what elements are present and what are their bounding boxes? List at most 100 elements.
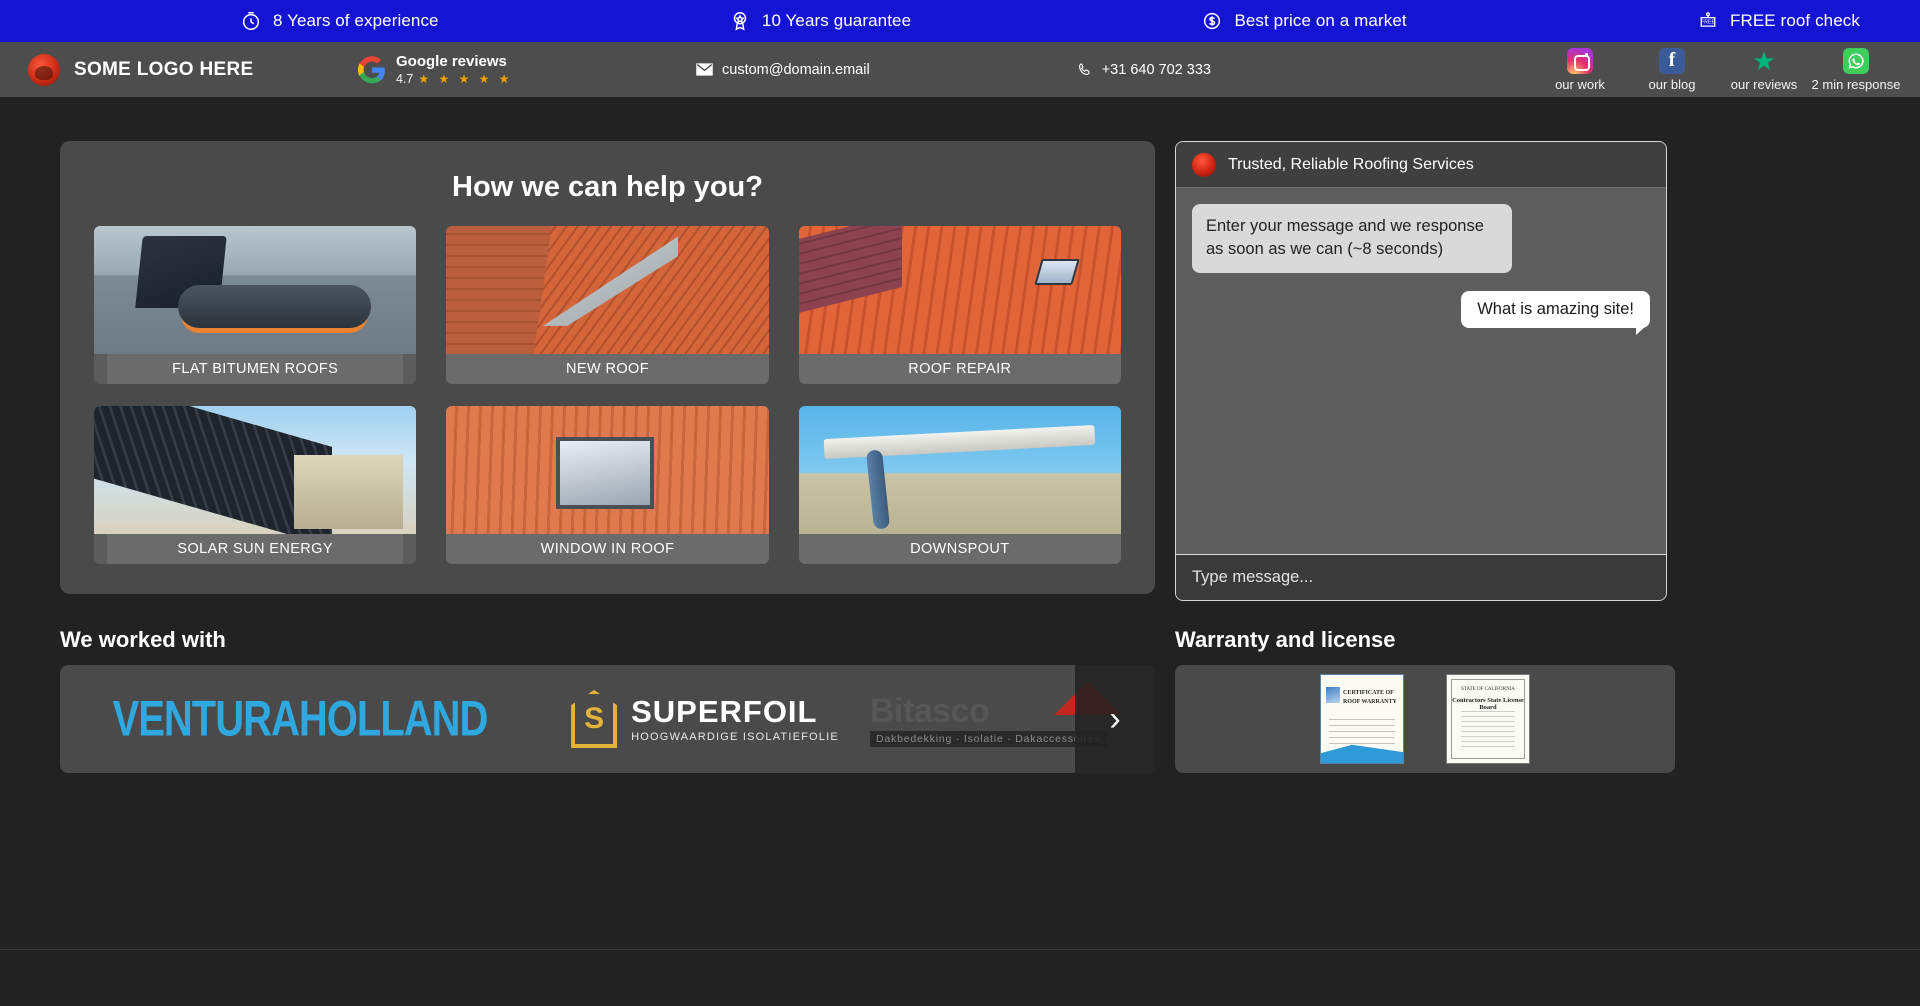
facebook-icon: f	[1659, 47, 1685, 74]
chat-title: Trusted, Reliable Roofing Services	[1228, 155, 1474, 173]
whatsapp-icon	[1843, 47, 1869, 74]
chat-header: Trusted, Reliable Roofing Services	[1176, 142, 1666, 188]
promo-item-experience: 8 Years of experience	[240, 10, 439, 32]
social-link-trustpilot[interactable]: ★ our reviews	[1718, 48, 1810, 92]
chat-message-user: What is amazing site!	[1461, 290, 1650, 335]
service-image-new-roof	[446, 226, 769, 354]
clock-icon	[242, 12, 260, 30]
trustpilot-star-icon: ★	[1752, 45, 1776, 76]
social-label-response: 2 min response	[1811, 76, 1901, 92]
social-link-facebook[interactable]: f our blog	[1626, 47, 1718, 92]
service-image-roof-repair	[798, 226, 1121, 354]
roof-warranty-certificate[interactable]: CERTIFICATE OF ROOF WARRANTY	[1320, 674, 1404, 764]
content-row: How we can help you? FLAT BITUMEN ROOFS …	[0, 97, 1920, 601]
service-tile-solar-sun-energy[interactable]: SOLAR SUN ENERGY	[94, 406, 417, 564]
contact-phone[interactable]: +31 640 702 333	[1076, 62, 1211, 78]
footer-divider	[0, 949, 1920, 950]
promo-bar: 8 Years of experience 10 Years guarantee…	[0, 0, 1920, 42]
partner-logo-bitasco-text: Bitasco	[870, 691, 990, 730]
partner-logo-superfoil-text: SUPERFOIL	[631, 693, 818, 729]
google-rating-row: 4.7 ★ ★ ★ ★ ★	[396, 72, 513, 86]
roof-warranty-certificate-title: CERTIFICATE OF ROOF WARRANTY	[1343, 690, 1397, 705]
services-grid: FLAT BITUMEN ROOFS NEW ROOF ROOF REPAIR …	[94, 226, 1121, 564]
service-image-downspout	[798, 406, 1121, 534]
contact-email[interactable]: custom@domain.email	[696, 62, 870, 78]
brand[interactable]: SOME LOGO HERE	[28, 53, 358, 86]
service-label-solar-sun-energy: SOLAR SUN ENERGY	[106, 534, 404, 564]
partner-logo-superfoil-tagline: HOOGWAARDIGE ISOLATIEFOLIE	[631, 730, 839, 743]
contact-phone-text: +31 640 702 333	[1101, 61, 1211, 78]
company-logo-icon	[28, 53, 60, 86]
license-body-lines	[1461, 711, 1515, 751]
chat-column: Trusted, Reliable Roofing Services Enter…	[1175, 141, 1675, 601]
instagram-icon	[1567, 47, 1593, 74]
partners-section: We worked with VENTURAHOLLAND S SUPERFOI…	[60, 627, 1155, 773]
service-image-window-in-roof	[446, 406, 769, 534]
partner-logo-venturaholland-text: VENTURAHOLLAND	[112, 690, 489, 746]
partners-heading: We worked with	[60, 627, 226, 652]
social-links: our work f our blog ★ our reviews 2 min …	[1534, 47, 1902, 92]
carousel-next-button[interactable]: ›	[1075, 665, 1155, 773]
chat-input[interactable]	[1192, 568, 1650, 587]
brand-name: SOME LOGO HERE	[74, 58, 254, 80]
partner-logo-superfoil[interactable]: S SUPERFOIL HOOGWAARDIGE ISOLATIEFOLIE	[540, 665, 870, 773]
page-body: How we can help you? FLAT BITUMEN ROOFS …	[0, 97, 1920, 1003]
service-tile-roof-repair[interactable]: ROOF REPAIR	[798, 226, 1121, 384]
social-link-whatsapp[interactable]: 2 min response	[1810, 47, 1902, 92]
google-reviews-block[interactable]: Google reviews 4.7 ★ ★ ★ ★ ★	[358, 53, 658, 86]
contractors-state-license-board[interactable]: STATE OF CALIFORNIA Contractors State Li…	[1446, 674, 1530, 764]
partners-carousel: VENTURAHOLLAND S SUPERFOIL HOOGWAARDIGE …	[60, 665, 1155, 773]
service-label-roof-repair: ROOF REPAIR	[798, 354, 1121, 384]
certificate-body-lines	[1329, 719, 1395, 749]
promo-item-best-price: Best price on a market	[1201, 10, 1407, 32]
free-tag-icon: FREE	[1700, 12, 1716, 27]
service-label-new-roof: NEW ROOF	[446, 354, 769, 384]
promo-item-guarantee: 10 Years guarantee	[729, 10, 911, 32]
promo-label-experience: 8 Years of experience	[273, 11, 439, 30]
service-tile-window-in-roof[interactable]: WINDOW IN ROOF	[446, 406, 769, 564]
phone-icon	[1078, 63, 1090, 75]
partner-logo-venturaholland[interactable]: VENTURAHOLLAND	[60, 665, 540, 773]
chat-message-bot: Enter your message and we response as so…	[1192, 204, 1512, 273]
service-tile-flat-bitumen-roofs[interactable]: FLAT BITUMEN ROOFS	[94, 226, 417, 384]
license-head-text: STATE OF CALIFORNIA	[1461, 687, 1515, 692]
service-label-downspout: DOWNSPOUT	[798, 534, 1121, 564]
promo-label-free-check: FREE roof check	[1730, 11, 1860, 30]
guarantee-badge-icon	[733, 12, 747, 31]
promo-label-best-price: Best price on a market	[1234, 11, 1407, 30]
promo-item-free-check: FREE FREE roof check	[1697, 10, 1860, 32]
certificate-seal-icon	[1326, 687, 1340, 703]
service-image-flat-bitumen-roofs	[94, 226, 417, 354]
mail-icon	[696, 63, 713, 76]
lower-row: We worked with VENTURAHOLLAND S SUPERFOI…	[0, 601, 1920, 773]
service-tile-downspout[interactable]: DOWNSPOUT	[798, 406, 1121, 564]
social-label-our-reviews: our reviews	[1730, 76, 1798, 92]
chat-widget: Trusted, Reliable Roofing Services Enter…	[1175, 141, 1667, 601]
services-card: How we can help you? FLAT BITUMEN ROOFS …	[60, 141, 1155, 594]
chevron-right-icon: ›	[1109, 700, 1121, 738]
chat-message-list: Enter your message and we response as so…	[1176, 188, 1666, 554]
service-image-solar-sun-energy	[94, 406, 417, 534]
dollar-coin-icon	[1204, 12, 1221, 30]
superfoil-mark-icon: S	[571, 690, 618, 748]
google-rating-stars: ★ ★ ★ ★ ★	[418, 72, 513, 87]
svg-text:FREE: FREE	[1701, 20, 1715, 26]
google-g-icon	[358, 55, 385, 83]
google-reviews-title: Google reviews	[396, 52, 507, 70]
social-label-our-work: our work	[1555, 76, 1605, 92]
google-rating-score: 4.7	[396, 72, 414, 87]
warranty-heading: Warranty and license	[1175, 627, 1396, 652]
promo-label-guarantee: 10 Years guarantee	[761, 11, 912, 30]
chat-avatar-icon	[1192, 152, 1216, 177]
warranty-section: Warranty and license CERTIFICATE OF ROOF…	[1175, 627, 1675, 773]
service-tile-new-roof[interactable]: NEW ROOF	[446, 226, 769, 384]
license-title-text: Contractors State License Board	[1452, 697, 1524, 711]
social-link-instagram[interactable]: our work	[1534, 47, 1626, 92]
contact-email-text: custom@domain.email	[722, 61, 870, 78]
service-label-window-in-roof: WINDOW IN ROOF	[446, 534, 769, 564]
service-label-flat-bitumen-roofs: FLAT BITUMEN ROOFS	[106, 354, 404, 384]
chat-input-bar[interactable]	[1176, 554, 1666, 600]
social-label-our-blog: our blog	[1648, 76, 1696, 92]
services-title: How we can help you?	[452, 171, 763, 203]
warranty-documents: CERTIFICATE OF ROOF WARRANTY STATE OF CA…	[1175, 665, 1675, 773]
